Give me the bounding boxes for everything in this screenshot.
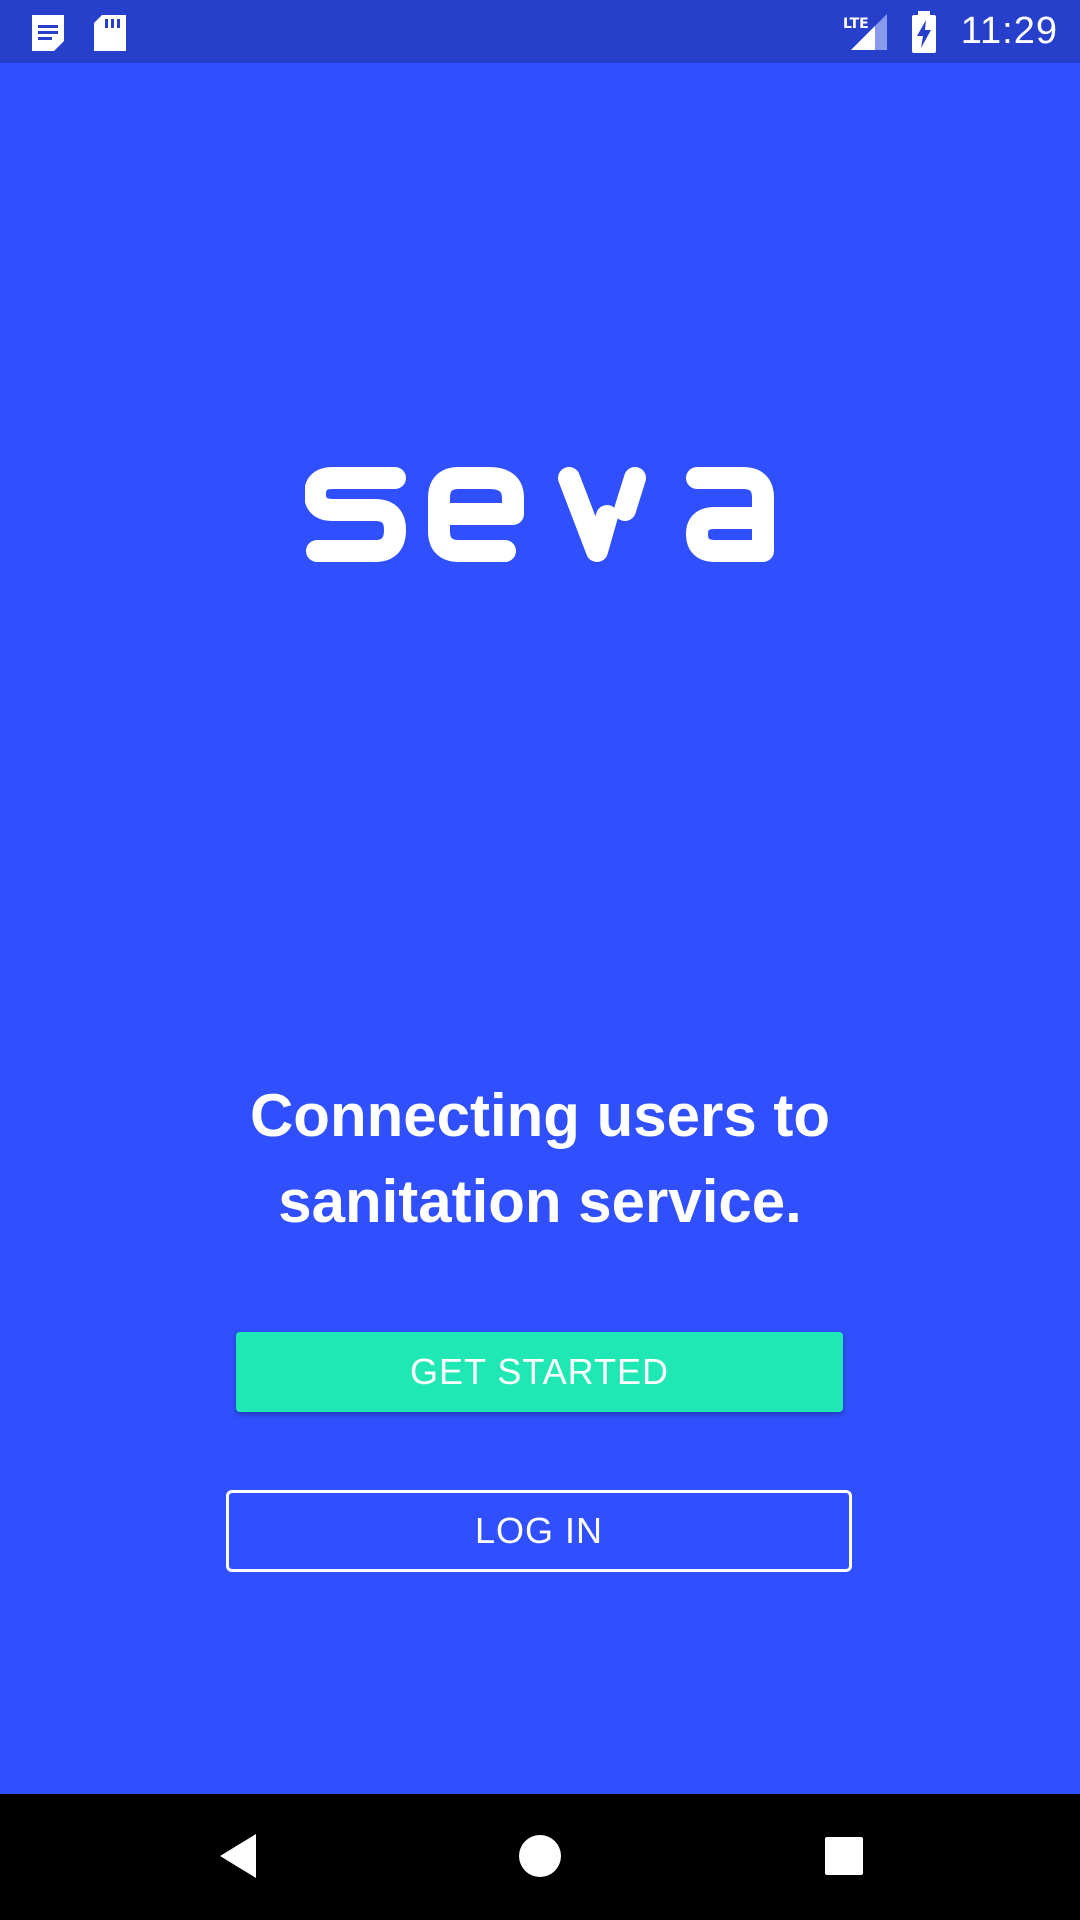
back-icon xyxy=(220,1834,256,1878)
home-icon xyxy=(519,1835,561,1877)
recent-apps-icon xyxy=(825,1837,863,1875)
lte-signal-icon: LTE xyxy=(843,13,887,50)
svg-text:LTE: LTE xyxy=(843,16,869,32)
sd-card-icon xyxy=(94,15,126,51)
clock: 11:29 xyxy=(960,10,1058,52)
notification-icons xyxy=(28,10,152,54)
welcome-screen: Connecting users to sanitation service. … xyxy=(0,63,1080,1794)
seva-logo xyxy=(305,467,774,562)
recent-apps-button[interactable] xyxy=(812,1824,876,1888)
get-started-button[interactable]: GET STARTED xyxy=(236,1332,843,1412)
status-bar: LTE 11:29 xyxy=(0,0,1080,63)
log-in-button[interactable]: LOG IN xyxy=(226,1490,852,1572)
document-notification-icon xyxy=(32,15,64,51)
system-status: LTE 11:29 xyxy=(841,0,1058,63)
tagline: Connecting users to sanitation service. xyxy=(249,1082,831,1235)
home-button[interactable] xyxy=(508,1824,572,1888)
navigation-bar xyxy=(0,1794,1080,1920)
back-button[interactable] xyxy=(206,1824,270,1888)
battery-charging-icon xyxy=(911,10,936,53)
